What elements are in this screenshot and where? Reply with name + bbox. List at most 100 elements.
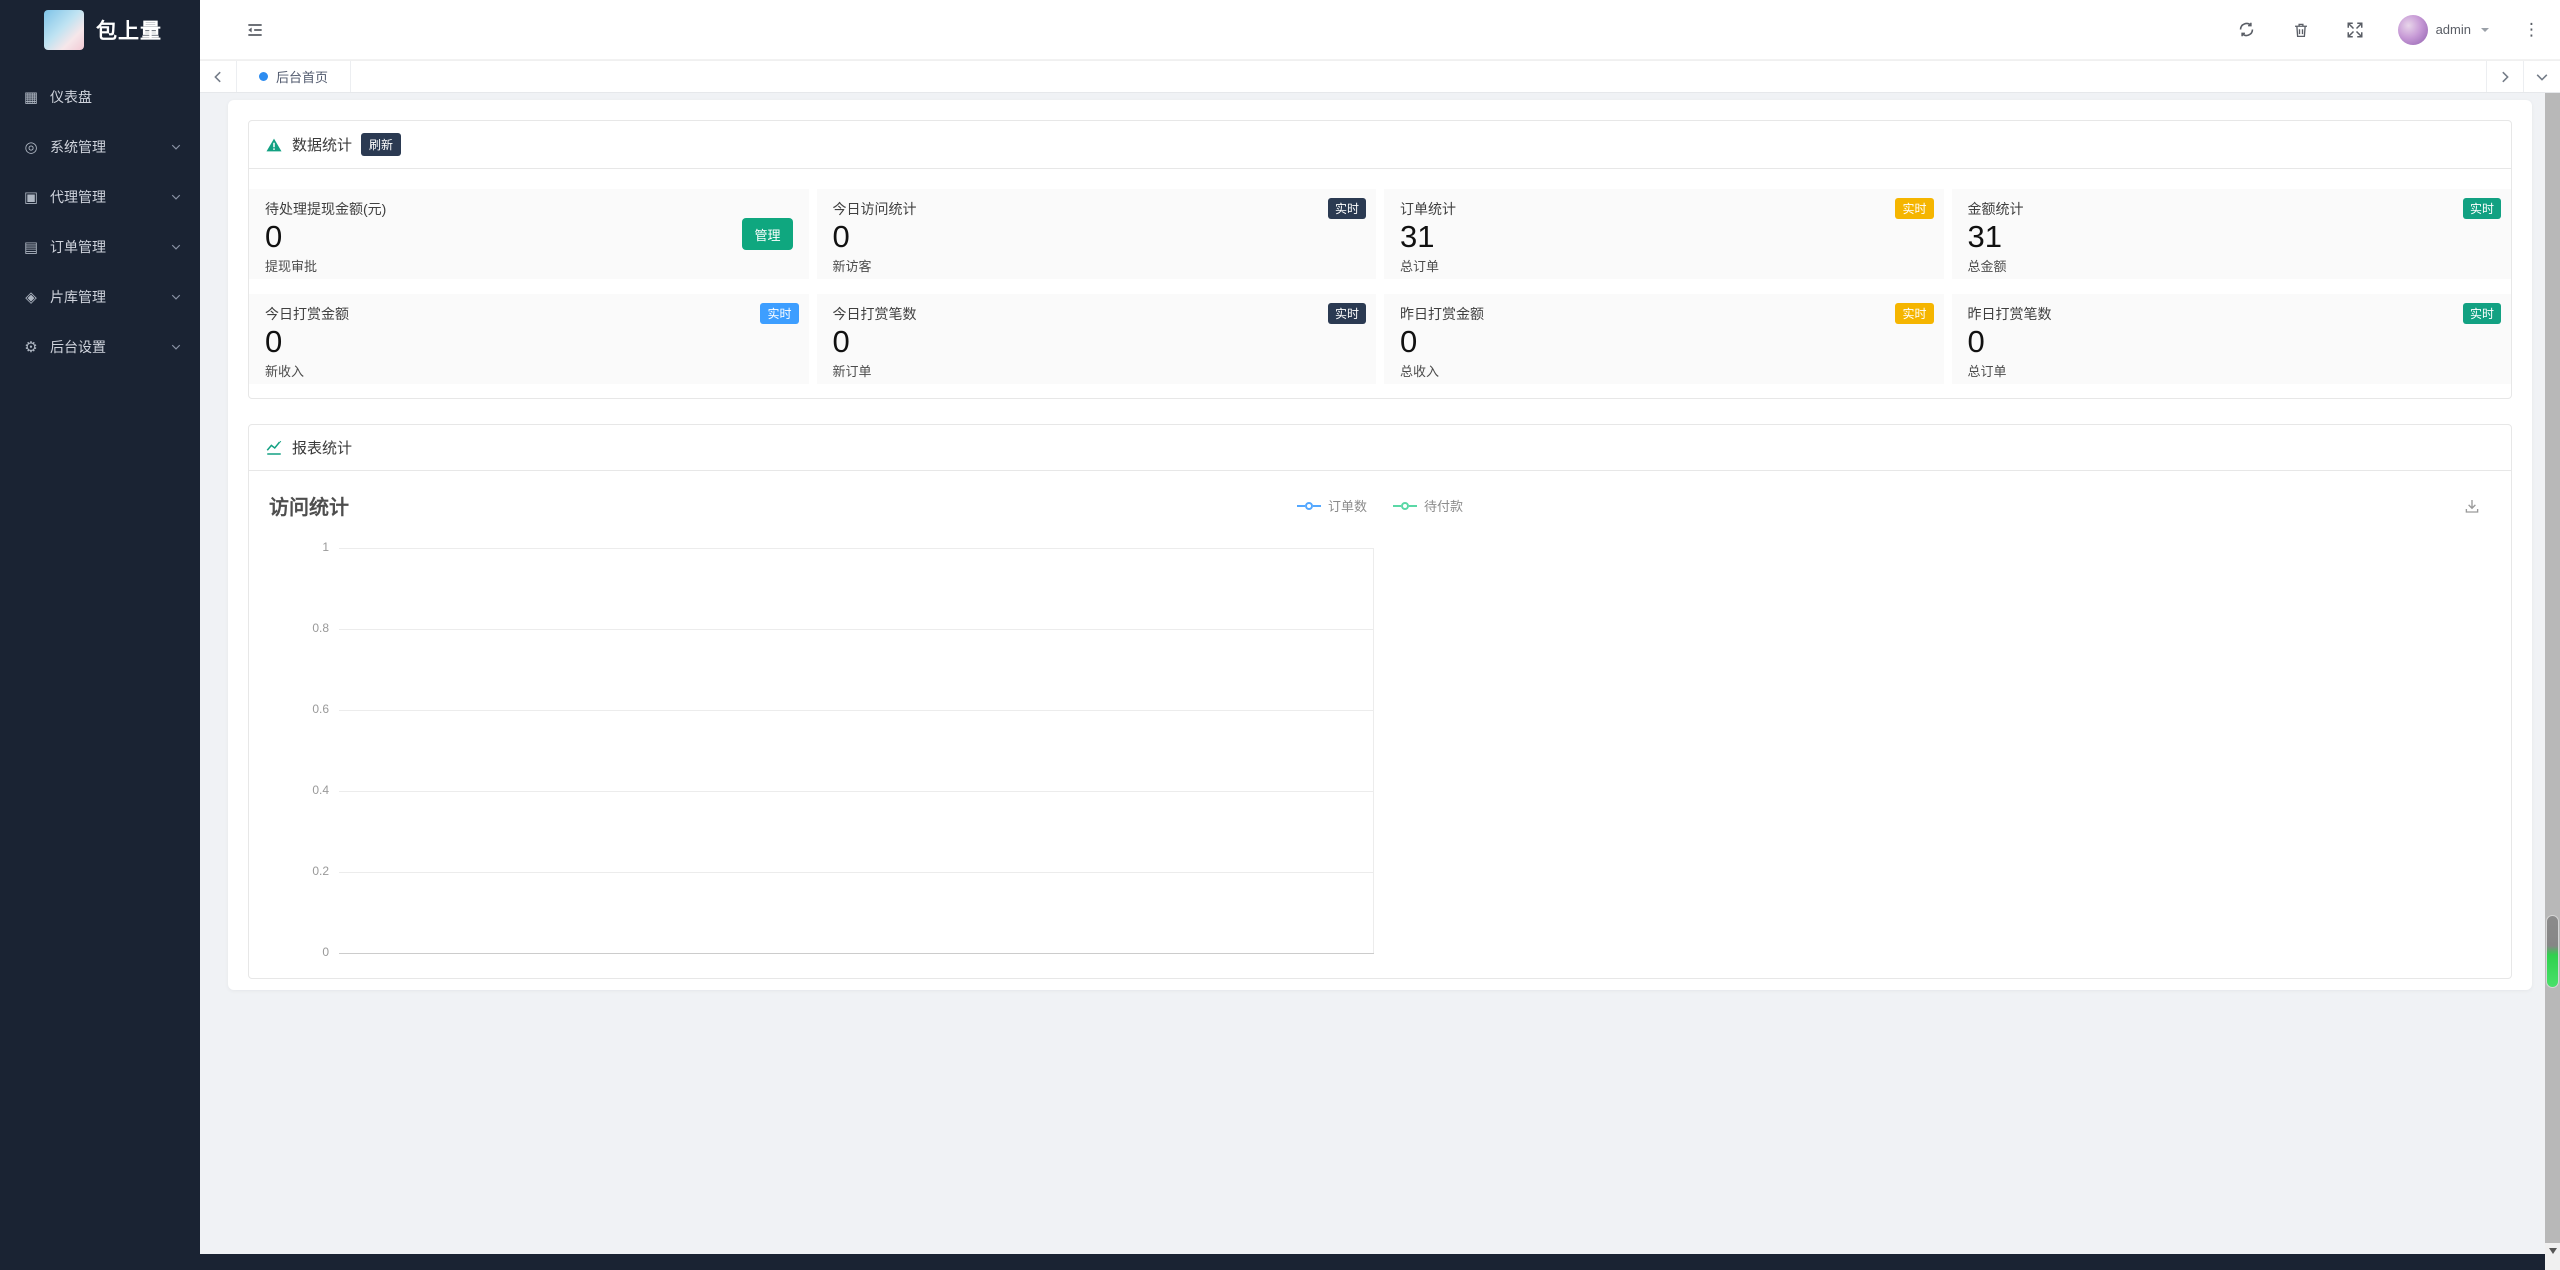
sidebar-item-settings[interactable]: ⚙ 后台设置 — [0, 322, 200, 372]
warning-triangle-icon — [266, 138, 282, 151]
stat-card-value: 31 — [1400, 219, 1435, 254]
stat-card-value: 0 — [265, 324, 283, 359]
tab-bar: 后台首页 — [200, 60, 2560, 93]
realtime-badge: 实时 — [2462, 303, 2501, 324]
stat-card-sub: 新访客 — [832, 259, 872, 274]
order-icon: ▤ — [23, 239, 39, 256]
stat-card-today-reward-count: 今日打赏笔数 0 新订单 实时 — [816, 294, 1376, 384]
sidebar-item-agent[interactable]: ▣ 代理管理 — [0, 172, 200, 222]
stat-card-orders: 订单统计 31 总订单 实时 — [1384, 189, 1944, 279]
stats-section-title: 数据统计 — [292, 137, 353, 154]
legend-marker-icon — [1393, 501, 1417, 510]
sidebar-item-label: 仪表盘 — [50, 89, 92, 105]
gridline — [339, 872, 1374, 873]
sidebar-menu: ▦ 仪表盘 ◎ 系统管理 ▣ 代理管理 ▤ 订单管理 ◈ 片库管理 ⚙ 后台设置 — [0, 72, 200, 372]
scrollbar-track[interactable] — [2545, 93, 2560, 1245]
stat-card-sub: 新收入 — [265, 364, 305, 379]
visit-chart: 1 0.8 0.6 0.4 0.2 0 — [249, 520, 2511, 980]
logo-image — [44, 10, 84, 50]
scrollbar-thumb[interactable] — [2546, 915, 2559, 988]
tab-label: 后台首页 — [276, 70, 329, 85]
stat-card-today-reward-amount: 今日打赏金额 0 新收入 实时 — [249, 294, 809, 384]
stat-card-value: 0 — [1967, 324, 1985, 359]
header-actions: admin ⋮ — [2236, 14, 2540, 45]
agent-icon: ▣ — [23, 189, 39, 206]
chart-legend: 订单数 待付款 — [249, 496, 2511, 515]
realtime-badge: 实时 — [2462, 198, 2501, 219]
stat-card-amount: 金额统计 31 总金额 实时 — [1951, 189, 2511, 279]
report-section: 报表统计 访问统计 订单数 待付款 1 0.8 0.6 0.4 0.2 0 — [248, 424, 2512, 979]
tabs-scroll-left-button[interactable] — [200, 61, 237, 92]
more-options-icon[interactable]: ⋮ — [2523, 21, 2540, 38]
stats-section: 数据统计 刷新 待处理提现金额(元) 0 提现审批 管理 今日访问统计 0 新访… — [248, 120, 2512, 399]
gridline — [339, 629, 1374, 630]
stat-card-sub: 总订单 — [1967, 364, 2007, 379]
stat-card-value: 0 — [832, 219, 850, 254]
collapse-sidebar-button[interactable] — [244, 19, 266, 41]
refresh-badge[interactable]: 刷新 — [361, 133, 402, 156]
stat-card-title: 待处理提现金额(元) — [265, 201, 387, 217]
refresh-icon[interactable] — [2236, 19, 2258, 41]
sidebar-item-label: 系统管理 — [50, 139, 106, 155]
chevron-down-icon — [171, 194, 181, 200]
sidebar-item-label: 代理管理 — [50, 189, 106, 205]
chart-grid — [339, 548, 1374, 954]
sidebar-item-dashboard[interactable]: ▦ 仪表盘 — [0, 72, 200, 122]
report-section-header: 报表统计 — [249, 425, 2511, 471]
gridline-vertical — [1373, 548, 1374, 953]
y-axis-tick: 1 — [322, 540, 329, 554]
user-menu[interactable]: admin — [2397, 14, 2491, 45]
system-icon: ◎ — [24, 139, 38, 156]
chevron-down-icon — [171, 244, 181, 250]
stat-card-sub: 总收入 — [1400, 364, 1440, 379]
scrollbar-down-button[interactable] — [2545, 1243, 2560, 1270]
y-axis-tick: 0.2 — [312, 864, 329, 878]
bottom-bar — [0, 1254, 2545, 1270]
realtime-badge: 实时 — [760, 303, 799, 324]
stat-card-value: 31 — [1967, 219, 2002, 254]
line-chart-icon — [266, 440, 282, 455]
caret-down-icon — [2481, 27, 2489, 32]
stat-card-sub: 新订单 — [832, 364, 872, 379]
legend-label: 待付款 — [1424, 499, 1464, 514]
y-axis-tick: 0.6 — [312, 702, 329, 716]
library-icon: ◈ — [25, 289, 37, 306]
gridline — [339, 710, 1374, 711]
legend-item-orders[interactable]: 订单数 — [1297, 496, 1367, 515]
tab-home[interactable]: 后台首页 — [237, 61, 352, 92]
gridline — [339, 548, 1374, 549]
y-axis-tick: 0 — [322, 945, 329, 959]
legend-marker-icon — [1297, 501, 1321, 510]
realtime-badge: 实时 — [1327, 198, 1366, 219]
sidebar-item-order[interactable]: ▤ 订单管理 — [0, 222, 200, 272]
sidebar-item-label: 片库管理 — [50, 289, 106, 305]
sidebar-item-library[interactable]: ◈ 片库管理 — [0, 272, 200, 322]
chevron-down-icon — [171, 344, 181, 350]
report-section-title: 报表统计 — [292, 440, 353, 457]
y-axis-tick: 0.8 — [312, 621, 329, 635]
fullscreen-icon[interactable] — [2344, 19, 2366, 41]
chevron-down-icon — [171, 294, 181, 300]
stat-card-withdraw: 待处理提现金额(元) 0 提现审批 管理 — [249, 189, 809, 279]
sidebar: 包上量 ▦ 仪表盘 ◎ 系统管理 ▣ 代理管理 ▤ 订单管理 ◈ 片库管理 ⚙ — [0, 0, 200, 1270]
stat-card-title: 订单统计 — [1400, 201, 1456, 217]
stat-card-title: 今日打赏金额 — [265, 306, 349, 322]
tab-spacer — [351, 61, 2486, 92]
trash-icon[interactable] — [2290, 19, 2312, 41]
legend-item-pending[interactable]: 待付款 — [1393, 496, 1463, 515]
stat-card-sub: 提现审批 — [265, 259, 318, 274]
tabs-scroll-right-button[interactable] — [2486, 61, 2523, 92]
manage-button[interactable]: 管理 — [742, 218, 793, 250]
main-area: admin ⋮ 后台首页 数据统计 刷新 待处理提现金额(元) 0 提现审批 管… — [200, 0, 2560, 1254]
top-header: admin ⋮ — [200, 0, 2560, 60]
stat-card-sub: 总订单 — [1400, 259, 1440, 274]
y-axis-tick: 0.4 — [312, 783, 329, 797]
avatar[interactable] — [2397, 14, 2428, 45]
dashboard-icon: ▦ — [23, 89, 39, 106]
tabs-dropdown-button[interactable] — [2523, 61, 2560, 92]
sidebar-item-system[interactable]: ◎ 系统管理 — [0, 122, 200, 172]
stat-card-today-visits: 今日访问统计 0 新访客 实时 — [816, 189, 1376, 279]
app-title: 包上量 — [96, 20, 162, 43]
stat-card-value: 0 — [265, 219, 283, 254]
stat-card-yesterday-reward-amount: 昨日打赏金额 0 总收入 实时 — [1384, 294, 1944, 384]
